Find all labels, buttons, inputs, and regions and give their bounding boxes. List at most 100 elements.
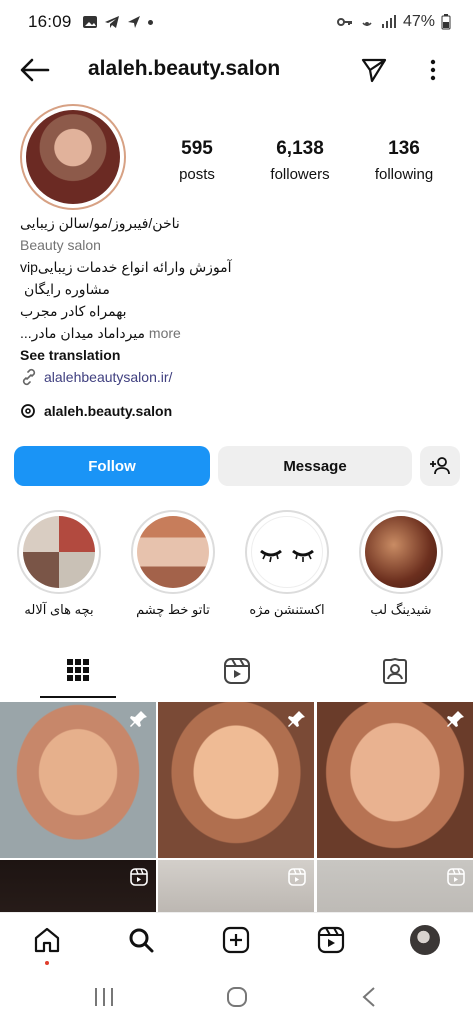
threads-username: alaleh.beauty.salon <box>44 403 173 419</box>
profile-category: Beauty salon <box>20 237 101 253</box>
stat-following[interactable]: 136 following <box>349 138 459 183</box>
highlight-cover <box>23 516 95 588</box>
search-icon <box>129 928 154 953</box>
see-translation-link[interactable]: See translation <box>20 344 460 366</box>
signal-icon <box>381 15 396 28</box>
tab-tagged[interactable] <box>316 644 473 698</box>
posts-grid <box>0 700 473 912</box>
tab-reels[interactable] <box>158 644 315 698</box>
avatar-image <box>26 110 120 204</box>
content-tabs <box>0 644 473 698</box>
post-tile[interactable] <box>317 702 473 858</box>
send-message-icon[interactable] <box>360 56 388 84</box>
notification-dot <box>45 961 49 965</box>
home-icon <box>34 927 60 953</box>
status-right: 47% <box>336 13 451 31</box>
profile-actions: Follow Message <box>14 446 460 486</box>
status-time: 16:09 <box>28 12 72 31</box>
system-navigation-bar <box>0 968 473 1024</box>
eyelash-icon <box>260 549 314 563</box>
follow-button[interactable]: Follow <box>14 446 210 486</box>
reel-badge-icon <box>447 868 465 886</box>
back-arrow-icon[interactable] <box>18 56 52 84</box>
highlight-label: تاتو خط چشم <box>136 602 210 617</box>
more-link[interactable]: more <box>149 325 181 341</box>
stat-followers[interactable]: 6,138 followers <box>245 138 355 183</box>
post-tile[interactable] <box>158 860 314 912</box>
reel-badge-icon <box>288 868 306 886</box>
highlight-item[interactable]: شیدینگ لب <box>345 510 457 618</box>
nav-profile[interactable] <box>410 925 440 955</box>
threads-icon <box>21 404 35 418</box>
tab-posts-grid[interactable] <box>40 644 116 698</box>
back-button-icon[interactable] <box>358 986 382 1008</box>
highlight-cover <box>251 516 323 588</box>
link-icon <box>22 368 36 386</box>
gallery-icon <box>82 16 97 28</box>
battery-percent: 47% <box>402 13 435 30</box>
reel-badge-icon <box>130 868 148 886</box>
highlight-label: اکستنشن مژه <box>249 602 325 617</box>
status-bar: 16:09 47% <box>0 0 473 44</box>
profile-header: alaleh.beauty.salon <box>0 48 473 92</box>
profile-avatar[interactable] <box>20 104 126 210</box>
highlight-ring <box>131 510 215 594</box>
highlight-label: بچه های آلاله <box>24 602 94 617</box>
tagged-user-icon <box>382 657 407 684</box>
add-post-icon <box>222 926 250 954</box>
posts-count: 595 <box>181 138 213 159</box>
post-tile[interactable] <box>317 860 473 912</box>
pin-icon <box>288 711 305 727</box>
bio-line: مشاوره رایگان <box>24 281 110 297</box>
pin-icon <box>130 711 147 727</box>
highlight-ring <box>245 510 329 594</box>
posts-label: posts <box>179 166 215 183</box>
bio-line: میرداماد میدان مادر... <box>20 325 146 341</box>
message-button[interactable]: Message <box>218 446 412 486</box>
location-icon <box>127 16 140 28</box>
recent-apps-icon[interactable] <box>92 986 116 1008</box>
post-tile[interactable] <box>0 860 156 912</box>
profile-bio: ناخن/فیبروز/مو/سالن زیبایی Beauty salon … <box>20 212 460 422</box>
bio-last-line: میرداماد میدان مادر... more <box>20 322 460 344</box>
followers-label: followers <box>270 166 330 183</box>
following-count: 136 <box>388 138 420 159</box>
key-icon <box>336 18 352 26</box>
website-link[interactable]: alalehbeautysalon.ir/ <box>20 366 460 388</box>
bottom-navigation <box>0 912 473 968</box>
nav-home[interactable] <box>32 925 62 955</box>
bio-line: بهمراه کادر مجرب <box>20 303 127 319</box>
profile-username: alaleh.beauty.salon <box>88 57 281 80</box>
reels-icon <box>317 926 345 954</box>
followers-count: 6,138 <box>276 138 324 159</box>
battery-icon <box>441 14 451 30</box>
grid-icon <box>67 659 89 681</box>
highlight-cover <box>365 516 437 588</box>
pin-icon <box>447 711 464 727</box>
story-highlights: شیدینگ لب اکستنشن مژه تاتو خط چشم بچه ها… <box>0 510 473 625</box>
highlight-label: شیدینگ لب <box>370 602 432 617</box>
add-user-icon <box>430 457 450 475</box>
highlight-item[interactable]: بچه های آلاله <box>3 510 115 618</box>
telegram-icon <box>104 16 119 28</box>
highlight-item[interactable]: تاتو خط چشم <box>117 510 229 618</box>
nav-reels[interactable] <box>316 925 346 955</box>
more-options-icon[interactable] <box>424 56 442 84</box>
dot-icon <box>147 19 153 25</box>
threads-link[interactable]: alaleh.beauty.salon <box>20 400 460 422</box>
stat-posts[interactable]: 595 posts <box>142 138 252 183</box>
website-url: alalehbeautysalon.ir/ <box>44 369 173 385</box>
bio-line: vipآموزش وارائه انواع خدمات زیبایی <box>20 259 232 275</box>
home-button-icon[interactable] <box>225 986 249 1008</box>
post-tile[interactable] <box>0 702 156 858</box>
nav-create[interactable] <box>221 925 251 955</box>
highlight-cover <box>137 516 209 588</box>
profile-avatar-small <box>410 925 440 955</box>
reels-icon <box>223 658 250 684</box>
post-tile[interactable] <box>158 702 314 858</box>
nav-search[interactable] <box>126 925 156 955</box>
highlight-item[interactable]: اکستنشن مژه <box>231 510 343 618</box>
suggest-accounts-button[interactable] <box>420 446 460 486</box>
bio-line: ناخن/فیبروز/مو/سالن زیبایی <box>20 215 180 231</box>
hotspot-icon <box>362 22 372 26</box>
